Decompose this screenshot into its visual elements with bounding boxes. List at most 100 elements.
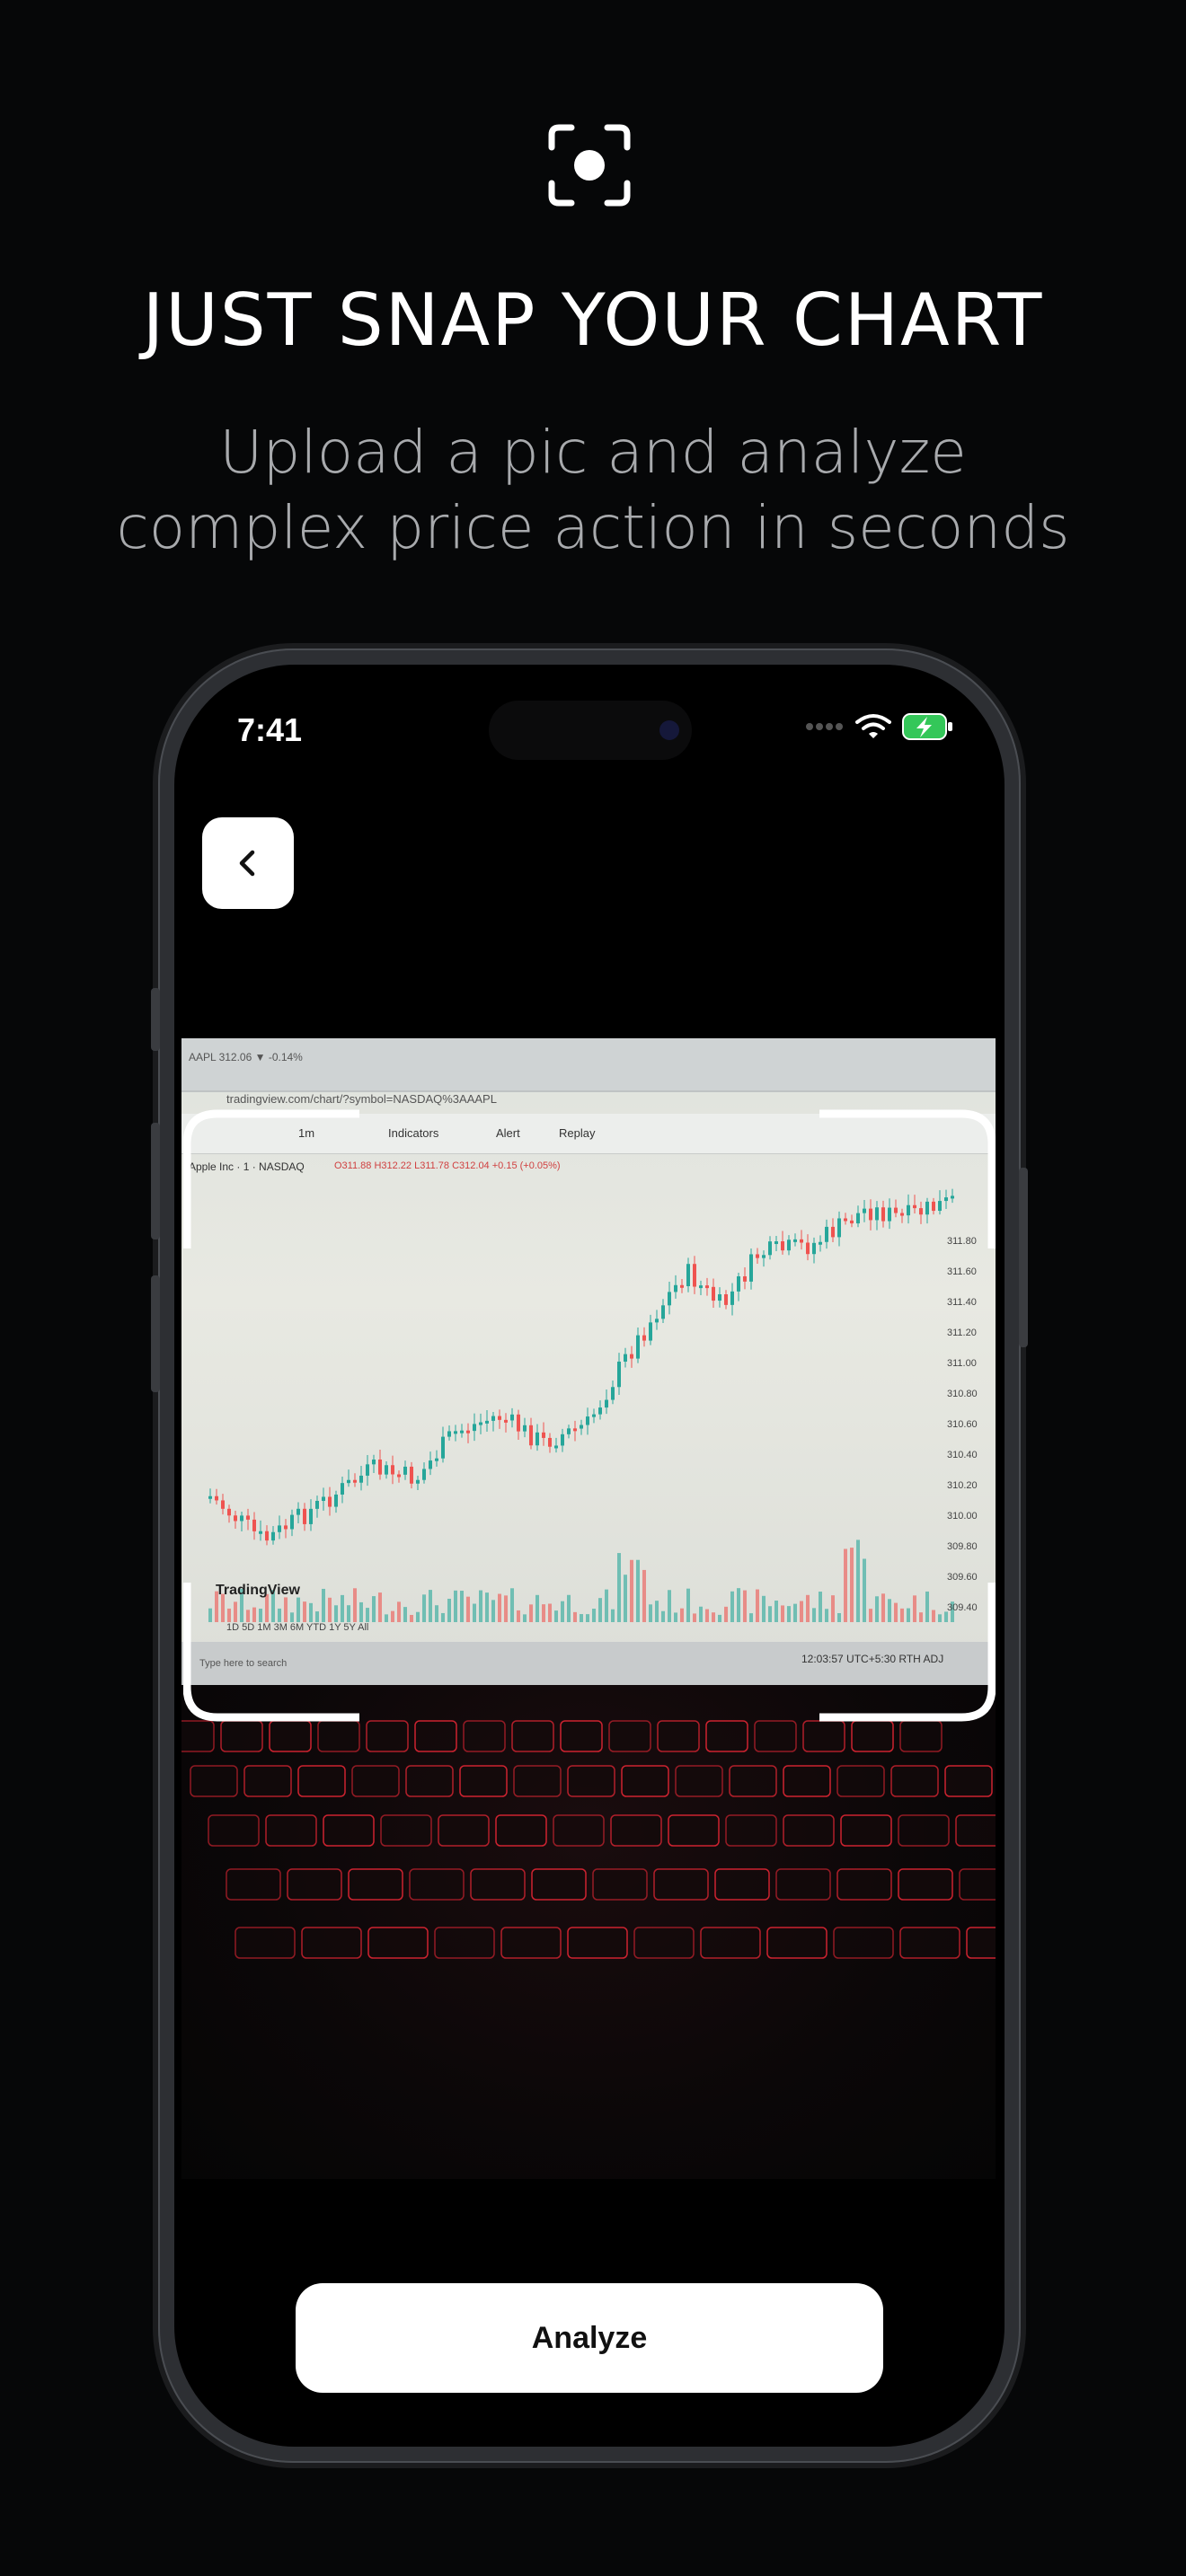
candle-body (680, 1284, 684, 1288)
candle-body (674, 1284, 677, 1292)
keyboard-key (366, 1720, 409, 1752)
volume-bar (366, 1608, 369, 1622)
keyboard-key (668, 1814, 720, 1847)
candle-body (215, 1495, 218, 1501)
candle-body (642, 1335, 646, 1341)
candle-body (397, 1474, 401, 1478)
volume-bar (435, 1605, 438, 1622)
page-subheadline: Upload a pic and analyze complex price a… (0, 415, 1186, 566)
candle-body (605, 1399, 608, 1408)
volume-bar (605, 1589, 608, 1622)
candle-body (705, 1285, 709, 1289)
candle-body (504, 1419, 508, 1423)
keyboard-key (235, 1927, 296, 1959)
front-camera (659, 720, 679, 740)
keyboard-key (633, 1927, 695, 1959)
keyboard-key (898, 1868, 953, 1901)
keyboard-key (531, 1868, 587, 1901)
volume-bar (781, 1605, 784, 1622)
candle-body (341, 1483, 344, 1495)
volume-bar (460, 1591, 464, 1622)
keyboard-key (966, 1927, 996, 1959)
keyboard-key (463, 1720, 506, 1752)
candle-body (454, 1431, 457, 1434)
candle-body (391, 1465, 394, 1475)
candle-body (517, 1414, 520, 1432)
keyboard-key (890, 1765, 939, 1797)
keyboard-key (367, 1927, 429, 1959)
keyboard-key (783, 1765, 831, 1797)
candle-body (510, 1414, 514, 1421)
candle-body (548, 1437, 552, 1447)
analyze-button[interactable]: Analyze (296, 2283, 883, 2393)
keyboard-key (840, 1814, 892, 1847)
volume-bar (718, 1614, 721, 1622)
volume-bar (372, 1596, 376, 1622)
candle-body (730, 1291, 734, 1305)
volume-bar (630, 1559, 633, 1622)
candle-body (378, 1459, 382, 1475)
keyboard-key (851, 1720, 894, 1752)
candle-body (636, 1335, 640, 1359)
volume-bar (624, 1575, 627, 1622)
volume-bar (756, 1589, 759, 1622)
candle-body (573, 1428, 577, 1432)
candle-body (768, 1241, 772, 1256)
keyboard-key (833, 1927, 894, 1959)
volume-bar (649, 1604, 652, 1622)
candle-body (724, 1294, 728, 1305)
volume-bar (517, 1610, 520, 1622)
candle-body (529, 1425, 533, 1446)
candle-body (441, 1436, 445, 1459)
candle-body (227, 1508, 231, 1516)
keyboard-key (657, 1720, 700, 1752)
scan-frame-bottom-right (819, 1583, 996, 1722)
keyboard-key (301, 1927, 362, 1959)
volume-bar (617, 1553, 621, 1622)
candle-body (334, 1494, 338, 1507)
candle-body (309, 1508, 313, 1524)
candle-body (561, 1434, 564, 1446)
price-axis-label: 311.60 (947, 1266, 977, 1277)
candle-body (800, 1239, 803, 1243)
candle-body (359, 1475, 363, 1483)
candle-body (385, 1465, 388, 1475)
keyboard-key (348, 1868, 403, 1901)
subheadline-line-2: complex price action in seconds (116, 493, 1070, 562)
volume-bar (762, 1595, 766, 1622)
candle-body (246, 1515, 250, 1520)
keyboard-key (608, 1720, 651, 1752)
candle-body (466, 1430, 470, 1434)
keyboard-key (438, 1814, 490, 1847)
keyboard-key (459, 1765, 508, 1797)
candle-body (781, 1241, 784, 1251)
volume-bar (403, 1607, 407, 1622)
keyboard-key (470, 1868, 526, 1901)
wifi-icon (855, 714, 891, 738)
candle-body (271, 1531, 275, 1541)
volume-bar (416, 1611, 420, 1622)
keyboard-key (899, 1927, 960, 1959)
candle-body (523, 1425, 527, 1432)
volume-bar (699, 1606, 703, 1622)
keyboard-key (705, 1720, 748, 1752)
candle-body (535, 1432, 539, 1446)
volume-bar (473, 1603, 476, 1622)
keyboard-key (208, 1814, 260, 1847)
candle-body (328, 1496, 332, 1507)
candle-body (485, 1420, 489, 1424)
keyboard-key (955, 1814, 996, 1847)
keyboard-key (610, 1814, 662, 1847)
candle-body (221, 1500, 225, 1509)
keyboard-key (269, 1720, 312, 1752)
keyboard-key (754, 1720, 797, 1752)
candle-body (259, 1531, 262, 1534)
keyboard-key (226, 1868, 281, 1901)
keyboard-key (567, 1927, 628, 1959)
subheadline-line-1: Upload a pic and analyze (219, 418, 967, 487)
keyboard-keys (181, 1720, 996, 1959)
candle-body (649, 1322, 652, 1341)
volume-bar (554, 1610, 558, 1622)
back-button[interactable] (202, 817, 294, 909)
candle-body (630, 1354, 633, 1359)
